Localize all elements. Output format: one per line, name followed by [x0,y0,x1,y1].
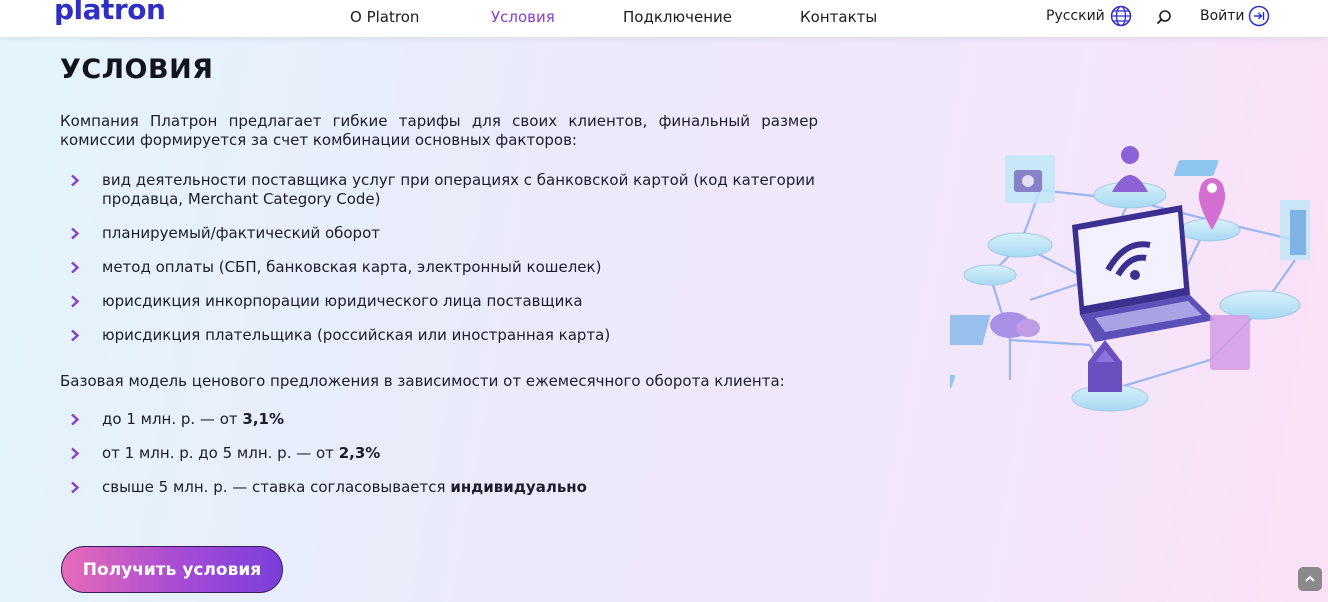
tariff-text: свыше 5 млн. р. — ставка согласовывается [102,478,451,496]
globe-icon[interactable] [1110,5,1132,27]
factor-text: юрисдикция плательщика (российская или и… [102,326,611,344]
tariff-rate: индивидуально [450,478,587,496]
nav-conditions[interactable]: Условия [491,8,555,26]
list-item: планируемый/фактический оборот [70,224,830,243]
chevron-right-icon [71,329,80,342]
chevron-right-icon [71,295,80,308]
list-item: свыше 5 млн. р. — ставка согласовывается… [70,478,830,497]
get-conditions-button[interactable]: Получить условия [61,546,283,593]
factor-text: метод оплаты (СБП, банковская карта, эле… [102,258,602,276]
list-item: юрисдикция плательщика (российская или и… [70,326,830,345]
list-item: от 1 млн. р. до 5 млн. р. — от 2,3% [70,444,830,463]
chevron-right-icon [71,447,80,460]
factors-list: вид деятельности поставщика услуг при оп… [70,171,830,360]
page-title: УСЛОВИЯ [60,54,214,85]
list-item: юрисдикция инкорпорации юридического лиц… [70,292,830,311]
login-icon[interactable] [1248,5,1270,27]
network-illustration [950,146,1310,412]
chevron-right-icon [71,481,80,494]
nav-contacts[interactable]: Контакты [800,8,877,26]
chevron-right-icon [71,227,80,240]
chevron-right-icon [71,261,80,274]
login-link[interactable]: Войти [1200,8,1245,24]
tariff-rate: 3,1% [242,410,284,428]
language-selector[interactable]: Русский [1046,8,1105,24]
search-icon[interactable] [1156,9,1172,25]
scroll-to-top-button[interactable] [1298,567,1322,591]
site-header: platron О Platron Условия Подключение Ко… [0,0,1328,37]
base-model-text: Базовая модель ценового предложения в за… [60,372,785,390]
factor-text: юрисдикция инкорпорации юридического лиц… [102,292,583,310]
nav-connection[interactable]: Подключение [623,8,732,26]
intro-paragraph: Компания Платрон предлагает гибкие тариф… [60,112,818,149]
platron-logo[interactable]: platron [54,0,166,26]
tariff-text: от 1 млн. р. до 5 млн. р. — от [102,444,339,462]
chevron-right-icon [71,413,80,426]
factor-text: вид деятельности поставщика услуг при оп… [102,171,815,208]
chevron-up-icon [1305,575,1315,582]
tariff-rate: 2,3% [338,444,381,462]
factor-text: планируемый/фактический оборот [102,224,380,242]
list-item: метод оплаты (СБП, банковская карта, эле… [70,258,830,277]
list-item: до 1 млн. р. — от 3,1% [70,410,830,429]
list-item: вид деятельности поставщика услуг при оп… [70,171,830,209]
tariffs-list: до 1 млн. р. — от 3,1% от 1 млн. р. до 5… [70,410,830,512]
chevron-right-icon [71,174,80,187]
tariff-text: до 1 млн. р. — от [102,410,243,428]
nav-about[interactable]: О Platron [350,8,419,26]
